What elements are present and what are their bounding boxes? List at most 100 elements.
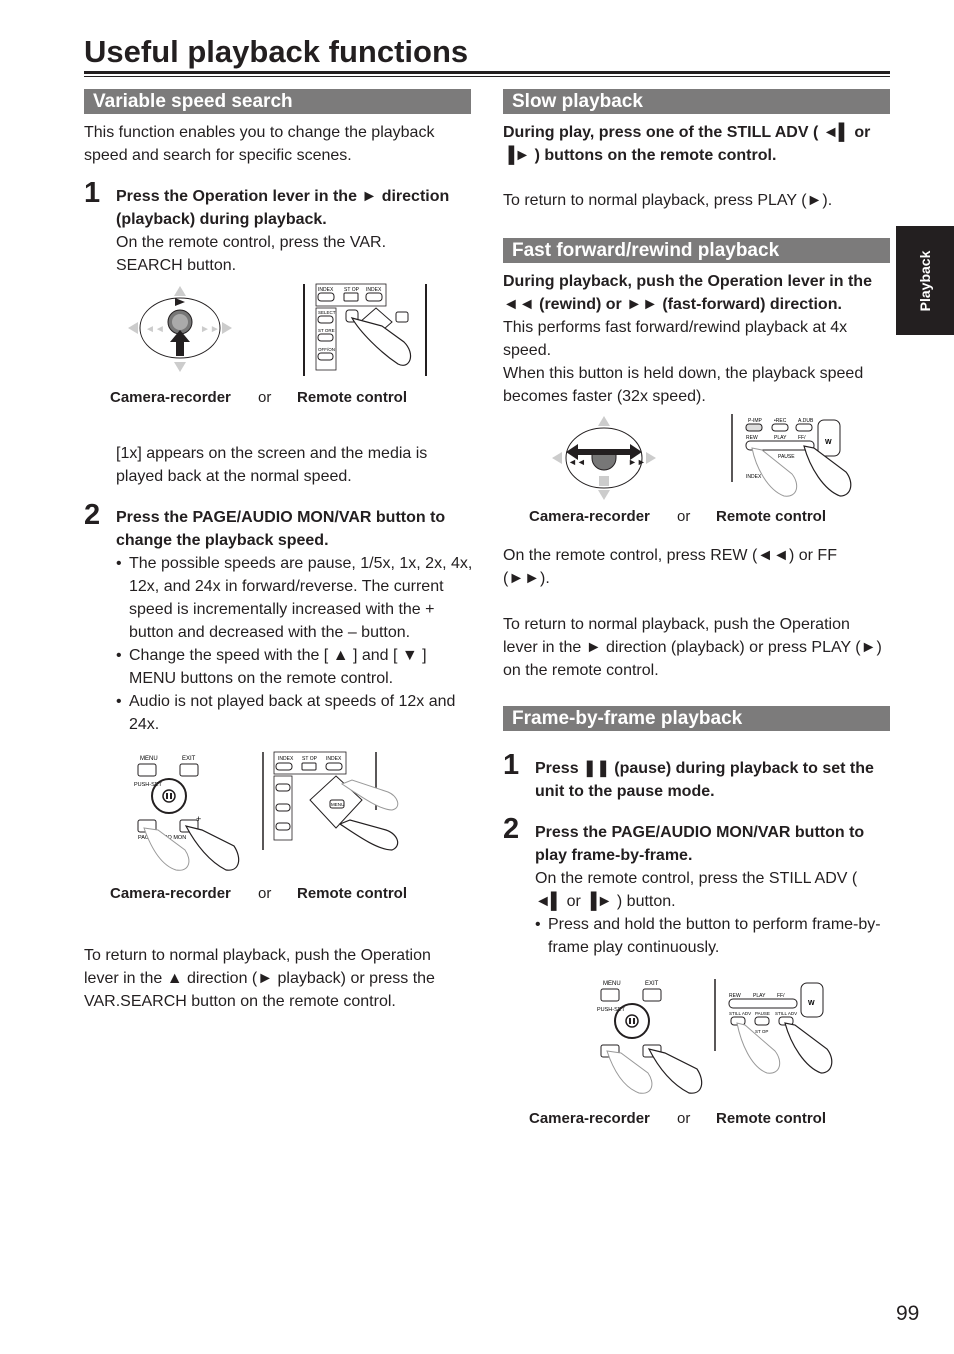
remote-control-ff-illustration: P-IMP •REC A.DUB REW PLAY FF/ PAUSE INDE… (731, 414, 852, 497)
remote-label-play: PLAY (774, 435, 787, 441)
remote-label-rew-frame: REW (729, 993, 741, 999)
remote-label-pimp: P-IMP (748, 418, 763, 424)
step-1-bold-2: (playback) during playback. (116, 211, 327, 228)
remote-label-w: W (825, 439, 832, 446)
figure-frame-caption-or: or (677, 1110, 691, 1127)
frame-step-2-text: Press the PAGE/AUDIO MON/VAR button to p… (535, 821, 895, 959)
step-2-bold: Press the PAGE/AUDIO MON/VAR button to c… (116, 509, 446, 549)
remote-label-stop-frame: ST OP (755, 1029, 768, 1034)
frame-step-1-bold: Press ❚❚ (pause) during playback to set … (535, 760, 874, 800)
operation-lever-illustration: ◄◄ ►► (128, 286, 232, 372)
figure-1-caption-remote: Remote control (297, 389, 408, 406)
remote-label-index: INDEX (318, 287, 334, 293)
remote-label-select: SELECT (318, 310, 336, 315)
step-1-bold-1: Press the Operation lever in the ► direc… (116, 188, 450, 205)
svg-text:►►: ►► (628, 457, 646, 467)
variable-speed-intro: This function enables you to change the … (84, 124, 435, 164)
remote-label-pause: PAUSE (778, 454, 795, 460)
step-number: 1 (503, 749, 520, 781)
camera-label-exit: EXIT (182, 756, 196, 762)
remote-control-illustration-2: INDEX ST OP INDEX MENU (262, 751, 399, 851)
svg-text:◄◄: ◄◄ (568, 457, 586, 467)
remote-label-play-frame: PLAY (753, 993, 766, 999)
fast-instruction: During playback, push the Operation leve… (503, 273, 872, 313)
step-2-text: Press the PAGE/AUDIO MON/VAR button to c… (116, 506, 474, 736)
svg-text:W: W (808, 1000, 815, 1007)
svg-text:►►: ►► (200, 324, 220, 335)
remote-label-ff: FF/ (798, 435, 806, 441)
section-heading-slow: Slow playback (503, 89, 890, 114)
fast-paragraph-2: When this button is held down, the playb… (503, 365, 864, 405)
figure-1-caption-or: or (258, 389, 272, 406)
side-tab-label: Playback (917, 250, 933, 311)
figure-camera-buttons-and-remote: MENU EXIT PUSH-SET – + PAGE/AUDIO MON IN… (134, 751, 399, 871)
figure-frame-camera-and-remote: MENU EXIT PUSH-SET REW PLAY FF/ STILL ADV… (597, 979, 833, 1094)
remote-label-ff-frame: FF/ (777, 993, 785, 999)
title-rule-thin (84, 76, 890, 77)
fast-remote-text: On the remote control, press REW (◄◄) or… (503, 547, 837, 587)
operation-lever-ff-illustration: ◄◄ ►► (552, 416, 656, 500)
figure-frame-caption-remote: Remote control (716, 1110, 827, 1127)
svg-text:+: + (196, 814, 201, 824)
frame-step-2-bullet: Press and hold the button to perform fra… (535, 913, 888, 959)
svg-text:ST OP: ST OP (302, 756, 318, 762)
figure-2-caption-camera: Camera-recorder (110, 885, 231, 902)
svg-text:EXIT: EXIT (645, 981, 659, 987)
figure-ff-caption-camera: Camera-recorder (529, 508, 650, 525)
remote-label-rec: •REC (774, 418, 787, 424)
remote-control-frame-illustration: REW PLAY FF/ STILL ADV PAUSE STILL ADV S… (714, 979, 833, 1074)
speed-note: [1x] appears on the screen and the media… (116, 445, 428, 485)
remote-label-rew: REW (746, 435, 758, 441)
remote-label-stop: ST OP (344, 287, 360, 293)
figure-ff-caption-remote: Remote control (716, 508, 827, 525)
fast-text: During playback, push the Operation leve… (503, 270, 895, 408)
svg-text:–: – (140, 814, 145, 824)
figure-1-caption-camera: Camera-recorder (110, 389, 231, 406)
side-tab: Playback (896, 226, 954, 335)
step-2-bullet: Change the speed with the [ ▲ ] and [ ▼ … (116, 644, 459, 690)
remote-label-pause-frame: PAUSE (755, 1011, 770, 1016)
section-heading-variable-speed: Variable speed search (84, 89, 471, 114)
remote-label-store: ST ORE (318, 328, 335, 333)
variable-speed-return-text: To return to normal playback, push the O… (84, 947, 435, 1010)
remote-label-menu: MENU (331, 802, 344, 807)
remote-control-illustration: INDEX ST OP INDEX SELECT ST ORE OFF/ON (303, 283, 427, 376)
svg-text:INDEX: INDEX (326, 756, 342, 762)
figure-ff-caption-or: or (677, 508, 691, 525)
figure-2-caption-remote: Remote control (297, 885, 408, 902)
title-rule (84, 71, 890, 74)
frame-step-2-normal: On the remote control, press the STILL A… (535, 870, 858, 910)
camera-label-menu: MENU (140, 756, 158, 762)
step-number: 2 (503, 813, 520, 845)
remote-label-stilladv-2: STILL ADV (775, 1011, 797, 1016)
camera-buttons-frame-illustration: MENU EXIT PUSH-SET (597, 981, 703, 1094)
frame-step-2-bold: Press the PAGE/AUDIO MON/VAR button to p… (535, 824, 865, 864)
camera-buttons-illustration: MENU EXIT PUSH-SET – + PAGE/AUDIO MON (134, 756, 240, 871)
figure-2-caption-or: or (258, 885, 272, 902)
figure-frame-caption-camera: Camera-recorder (529, 1110, 650, 1127)
step-number: 1 (84, 177, 101, 209)
svg-text:MENU: MENU (603, 981, 621, 987)
slow-instruction: During play, press one of the STILL ADV … (503, 124, 871, 164)
svg-text:◄◄: ◄◄ (145, 324, 165, 335)
section-heading-fast: Fast forward/rewind playback (503, 238, 890, 263)
remote-label-offon: OFF/ON (318, 347, 335, 352)
fast-return-text: To return to normal playback, push the O… (503, 616, 882, 679)
slow-return-text: To return to normal playback, press PLAY… (503, 192, 833, 209)
step-1-text: Press the Operation lever in the ► direc… (116, 185, 476, 277)
remote-label-index-2: INDEX (366, 287, 382, 293)
section-heading-frame: Frame-by-frame playback (503, 706, 890, 731)
fast-paragraph-1: This performs fast forward/rewind playba… (503, 319, 848, 359)
svg-text:INDEX: INDEX (278, 756, 294, 762)
step-2-bullet: Audio is not played back at speeds of 12… (116, 690, 459, 736)
remote-label-index-ff: INDEX (746, 474, 762, 480)
page-title: Useful playback functions (84, 34, 469, 69)
step-1-normal: On the remote control, press the VAR. SE… (116, 234, 387, 274)
page-number: 99 (896, 1302, 920, 1325)
figure-ff-lever-and-remote: ◄◄ ►► P-IMP •REC A.DUB REW PLAY FF/ PAUS… (552, 414, 852, 500)
step-number: 2 (84, 499, 101, 531)
remote-label-adub: A.DUB (798, 418, 814, 424)
step-2-bullet: The possible speeds are pause, 1/5x, 1x,… (116, 552, 473, 644)
figure-lever-and-remote: ◄◄ ►► INDEX ST OP INDEX SELECT ST ORE OF… (128, 283, 427, 376)
remote-label-stilladv-1: STILL ADV (729, 1011, 751, 1016)
